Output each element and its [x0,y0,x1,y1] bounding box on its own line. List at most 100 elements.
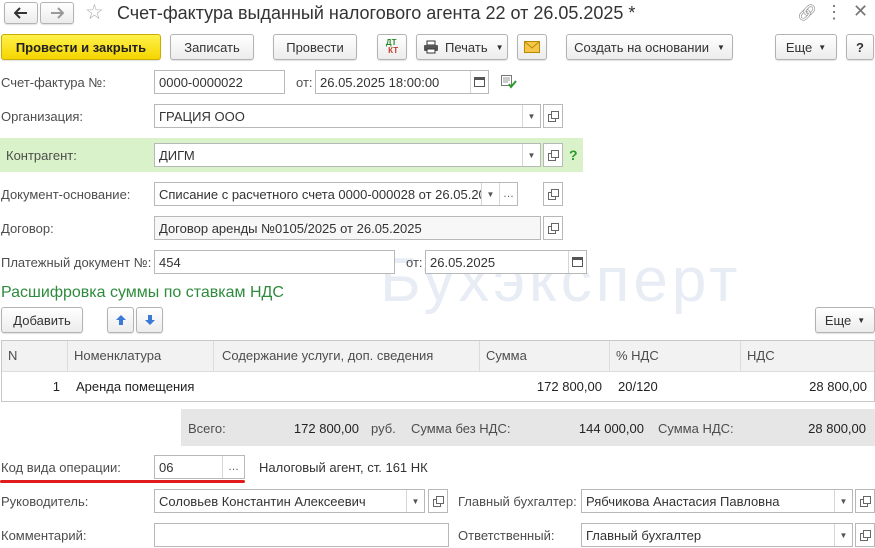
open-form-icon [433,496,444,507]
row-vat: 28 800,00 [809,379,867,394]
open-form-icon [860,496,871,507]
contract-label: Договор: [1,221,54,236]
counterparty-label: Контрагент: [6,148,77,163]
vat-total-label: Сумма НДС: [658,421,734,436]
table-more-button[interactable]: Еще ▼ [815,307,875,333]
payment-date-value: 26.05.2025 [430,254,496,270]
counterparty-value: ДИГМ [159,147,195,163]
arrow-down-icon [144,315,155,325]
column-header-vat-rate[interactable]: % НДС [610,341,741,371]
chevron-down-icon: ▼ [716,42,725,52]
basis-document-open-button[interactable] [543,182,563,206]
more-label: Еще [785,39,813,55]
operation-code-underline [0,480,245,483]
head-field[interactable]: Соловьев Константин Алексеевич ▼ [154,489,425,513]
move-up-button[interactable] [107,307,134,333]
operation-code-field[interactable]: 06 … [154,455,245,479]
without-vat-label: Сумма без НДС: [411,421,511,436]
organization-field[interactable]: ГРАЦИЯ ООО ▼ [154,104,541,128]
payment-date-field[interactable]: 26.05.2025 [425,250,587,274]
dtkt-icon: ДТ КТ [385,38,399,55]
comment-field[interactable] [154,523,449,547]
totals-bar: Всего: 172 800,00 руб. Сумма без НДС: 14… [181,409,875,446]
table-more-label: Еще [824,312,852,328]
basis-document-label: Документ-основание: [1,187,131,202]
invoice-number-label: Счет-фактура №: [1,75,106,90]
invoice-date-value: 26.05.2025 18:00:00 [320,74,440,90]
operation-code-description: Налоговый агент, ст. 161 НК [259,460,428,475]
vat-table: N Номенклатура Содержание услуги, доп. с… [1,340,875,402]
chief-accountant-open-button[interactable] [855,489,875,513]
contract-field[interactable]: Договор аренды №0105/2025 от 26.05.2025 [154,216,541,240]
payment-document-label: Платежный документ №: [1,255,152,270]
responsible-open-button[interactable] [855,523,875,547]
open-form-icon [548,150,559,161]
forward-button[interactable] [40,2,74,24]
chief-accountant-value: Рябчикова Анастасия Павловна [586,493,780,509]
counterparty-help-icon[interactable]: ? [569,147,578,163]
chevron-down-icon: ▼ [857,315,866,325]
ellipsis-icon[interactable]: … [499,183,517,205]
column-header-sum[interactable]: Сумма [480,341,610,371]
window-title: Счет-фактура выданный налогового агента … [117,3,636,23]
open-form-icon [548,189,559,200]
operation-code-label: Код вида операции: [1,460,121,475]
add-row-button[interactable]: Добавить [1,307,83,333]
invoice-date-field[interactable]: 26.05.2025 18:00:00 [315,70,489,94]
table-row[interactable]: 1 Аренда помещения 172 800,00 20/120 28 … [2,373,874,401]
column-header-vat[interactable]: НДС [741,341,874,371]
close-icon[interactable]: ✕ [853,1,868,22]
responsible-field[interactable]: Главный бухгалтер ▼ [581,523,853,547]
head-open-button[interactable] [428,489,448,513]
invoice-number-field[interactable]: 0000-0000022 [154,70,285,94]
dtkt-button[interactable]: ДТ КТ [377,34,407,60]
comment-label: Комментарий: [1,528,87,543]
link-icon[interactable]: 🔗︎ [797,3,817,23]
column-header-content[interactable]: Содержание услуги, доп. сведения [214,341,480,371]
post-button[interactable]: Провести [273,34,357,60]
row-number: 1 [52,379,60,394]
back-button[interactable] [4,2,38,24]
arrow-up-icon [115,315,126,325]
total-label: Всего: [188,421,226,436]
operation-code-value: 06 [159,459,174,475]
arrow-left-icon [14,7,27,19]
calendar-icon[interactable] [470,71,488,93]
chief-accountant-field[interactable]: Рябчикова Анастасия Павловна ▼ [581,489,853,513]
help-button[interactable]: ? [846,34,874,60]
move-down-button[interactable] [136,307,163,333]
printer-icon [424,40,438,54]
counterparty-open-button[interactable] [543,143,563,167]
save-button[interactable]: Записать [170,34,254,60]
favorite-star-icon[interactable]: ☆ [85,2,104,24]
open-form-icon [548,111,559,122]
payment-date-label: от: [406,255,423,270]
basis-document-field[interactable]: Списание с расчетного счета 0000-000028 … [154,182,518,206]
email-button[interactable] [517,34,547,60]
more-vertical-icon[interactable]: ⋮ [825,2,843,23]
chevron-down-icon[interactable]: ▼ [522,144,540,166]
column-header-item[interactable]: Номенклатура [68,341,214,371]
chevron-down-icon[interactable]: ▼ [834,490,852,512]
payment-number-value: 454 [159,254,181,270]
organization-open-button[interactable] [543,104,563,128]
basis-document-value: Списание с расчетного счета 0000-000028 … [159,186,481,202]
more-button[interactable]: Еще ▼ [775,34,837,60]
column-header-n[interactable]: N [2,341,68,371]
vat-total-value: 28 800,00 [808,421,866,436]
counterparty-field[interactable]: ДИГМ ▼ [154,143,541,167]
without-vat-value: 144 000,00 [578,421,644,436]
calendar-icon[interactable] [568,251,586,273]
create-based-on-label: Создать на основании [574,39,709,55]
create-based-on-button[interactable]: Создать на основании ▼ [566,34,733,60]
print-button[interactable]: Печать ▼ [416,34,508,60]
table-header: N Номенклатура Содержание услуги, доп. с… [2,341,874,372]
chevron-down-icon[interactable]: ▼ [406,490,424,512]
chevron-down-icon[interactable]: ▼ [522,105,540,127]
post-and-close-button[interactable]: Провести и закрыть [1,34,161,60]
ellipsis-icon[interactable]: … [222,456,244,478]
contract-open-button[interactable] [543,216,563,240]
chevron-down-icon[interactable]: ▼ [481,183,499,205]
payment-number-field[interactable]: 454 [154,250,395,274]
chevron-down-icon[interactable]: ▼ [834,524,852,546]
